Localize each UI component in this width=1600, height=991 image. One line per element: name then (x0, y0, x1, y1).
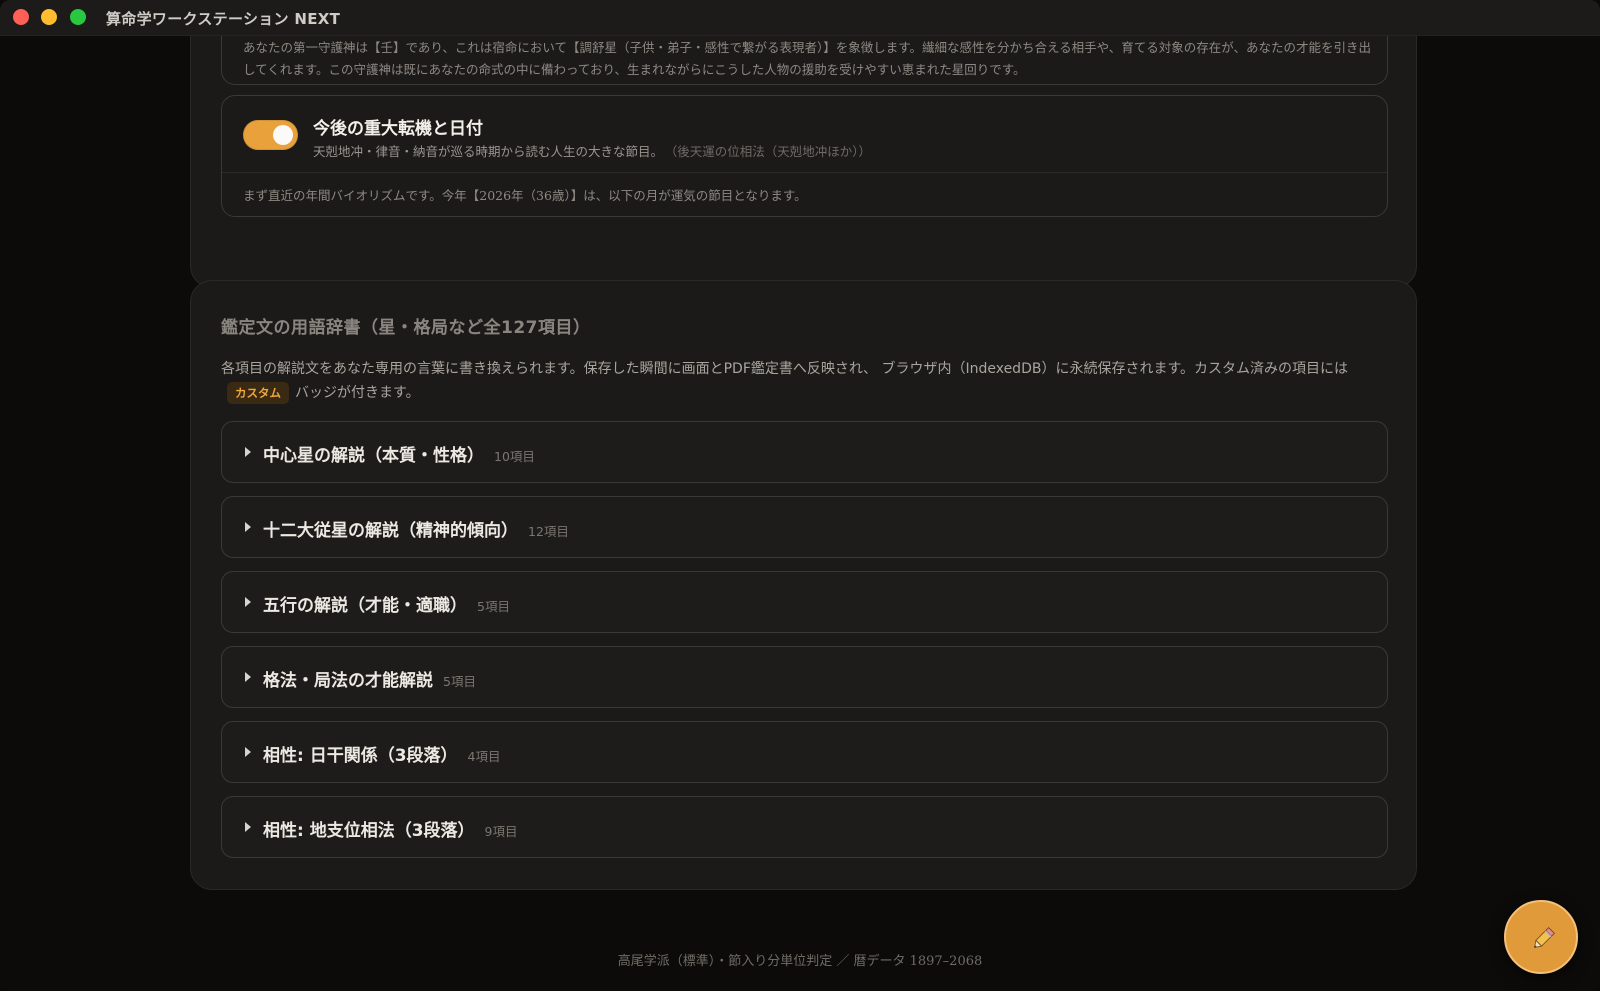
caret-right-icon (245, 597, 251, 607)
title-bar: 算命学ワークステーション NEXT (0, 0, 1600, 36)
accordion-title: 中心星の解説（本質・性格） 10項目 (263, 441, 535, 466)
guardian-card: あなたの第一守護神は【壬】であり、これは宿命において【調舒星（子供・弟子・感性で… (221, 36, 1388, 85)
accordion-title: 相性: 日干関係（3段落） 4項目 (263, 741, 501, 766)
edit-fab-button[interactable] (1504, 900, 1578, 974)
dictionary-panel: 鑑定文の用語辞書（星・格局など全127項目） 各項目の解説文をあなた専用の言葉に… (190, 280, 1417, 890)
dictionary-description: 各項目の解説文をあなた専用の言葉に書き換えられます。保存した瞬間に画面とPDF鑑… (221, 357, 1391, 405)
accordion-five-elements[interactable]: 五行の解説（才能・適職） 5項目 (221, 571, 1388, 633)
dictionary-description-text: 各項目の解説文をあなた専用の言葉に書き換えられます。保存した瞬間に画面とPDF鑑… (221, 361, 1349, 377)
accordion-title: 格法・局法の才能解説 5項目 (263, 666, 476, 691)
app-window: 算命学ワークステーション NEXT あなたの第一守護神は【壬】であり、これは宿命… (0, 0, 1600, 991)
footer-text: 高尾学派（標準）・節入り分単位判定 ／ 暦データ 1897–2068 (617, 954, 983, 969)
accordion-title-text: 十二大従星の解説（精神的傾向） (263, 521, 518, 541)
accordion-twelve-stars[interactable]: 十二大従星の解説（精神的傾向） 12項目 (221, 496, 1388, 558)
accordion-title-text: 中心星の解説（本質・性格） (263, 446, 484, 466)
caret-right-icon (245, 822, 251, 832)
accordion-title-text: 五行の解説（才能・適職） (263, 596, 467, 616)
accordion-title: 五行の解説（才能・適職） 5項目 (263, 591, 510, 616)
accordion-count: 5項目 (477, 599, 510, 614)
accordion-main-star[interactable]: 中心星の解説（本質・性格） 10項目 (221, 421, 1388, 483)
card-divider (222, 172, 1387, 173)
window-title: 算命学ワークステーション NEXT (106, 10, 341, 28)
caret-right-icon (245, 447, 251, 457)
accordion-compat-branch[interactable]: 相性: 地支位相法（3段落） 9項目 (221, 796, 1388, 858)
accordion-title-text: 相性: 日干関係（3段落） (263, 746, 458, 766)
accordion-count: 4項目 (467, 749, 501, 764)
toggle-knob (273, 125, 293, 145)
accordion-count: 12項目 (528, 524, 569, 539)
minimize-window-button[interactable] (41, 9, 57, 25)
accordion-title-text: 相性: 地支位相法（3段落） (263, 821, 475, 841)
accordion-count: 5項目 (443, 674, 476, 689)
turning-points-subtitle: 天剋地冲・律音・納音が巡る時期から読む人生の大きな節目。 （後天運の位相法（天剋地… (313, 141, 871, 160)
accordion-kakuho[interactable]: 格法・局法の才能解説 5項目 (221, 646, 1388, 708)
accordion-title: 相性: 地支位相法（3段落） 9項目 (263, 816, 518, 841)
accordion-title-text: 格法・局法の才能解説 (263, 671, 433, 691)
accordion-title: 十二大従星の解説（精神的傾向） 12項目 (263, 516, 569, 541)
guardian-text: あなたの第一守護神は【壬】であり、これは宿命において【調舒星（子供・弟子・感性で… (243, 40, 1372, 77)
caret-right-icon (245, 522, 251, 532)
reading-panel: あなたの第一守護神は【壬】であり、これは宿命において【調舒星（子供・弟子・感性で… (190, 36, 1417, 288)
main-content[interactable]: あなたの第一守護神は【壬】であり、これは宿命において【調舒星（子供・弟子・感性で… (0, 36, 1600, 991)
custom-badge: カスタム (227, 382, 289, 404)
turning-points-card: 今後の重大転機と日付 天剋地冲・律音・納音が巡る時期から読む人生の大きな節目。 （… (221, 95, 1388, 217)
accordion-compat-stem[interactable]: 相性: 日干関係（3段落） 4項目 (221, 721, 1388, 783)
caret-right-icon (245, 747, 251, 757)
pencil-icon (1534, 927, 1555, 948)
turning-points-title: 今後の重大転機と日付 (313, 119, 483, 139)
turning-points-body: まず直近の年間バイオリズムです。今年【2026年（36歳）】は、以下の月が運気の… (243, 188, 807, 203)
dictionary-heading: 鑑定文の用語辞書（星・格局など全127項目） (221, 318, 591, 338)
turning-points-note: （後天運の位相法（天剋地冲ほか）） (671, 144, 872, 159)
caret-right-icon (245, 672, 251, 682)
turning-points-subtitle-text: 天剋地冲・律音・納音が巡る時期から読む人生の大きな節目。 (313, 144, 664, 159)
turning-points-toggle[interactable] (243, 120, 298, 150)
accordion-count: 9項目 (484, 824, 518, 839)
accordion-count: 10項目 (494, 449, 535, 464)
close-window-button[interactable] (13, 9, 29, 25)
dictionary-description-tail: バッジが付きます。 (295, 385, 420, 401)
maximize-window-button[interactable] (70, 9, 86, 25)
